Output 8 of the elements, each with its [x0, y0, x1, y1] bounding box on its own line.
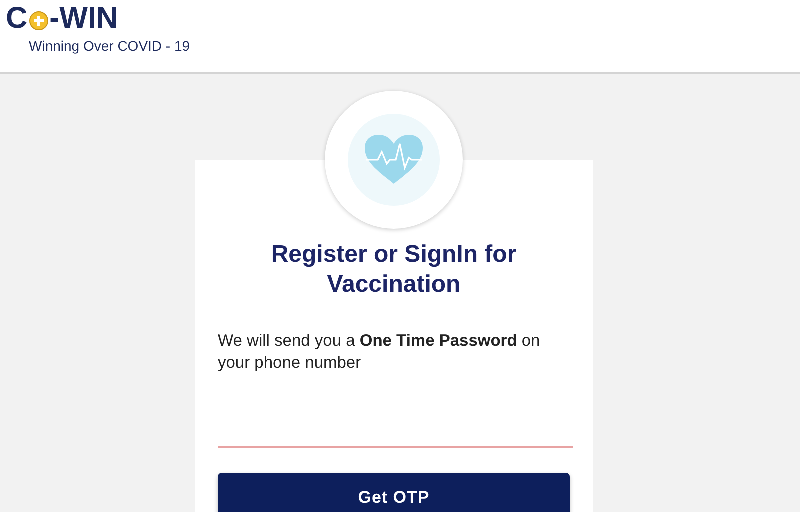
plus-icon [28, 11, 49, 31]
logo-text: C [6, 4, 28, 34]
logo-text: -WIN [50, 4, 118, 34]
tagline: Winning Over COVID - 19 [29, 38, 190, 54]
card-title: Register or SignIn for Vaccination [270, 240, 518, 300]
description: We will send you a One Time Password on your phone number [218, 331, 542, 374]
get-otp-button[interactable]: Get OTP [218, 473, 570, 512]
heartbeat-icon [364, 134, 424, 186]
